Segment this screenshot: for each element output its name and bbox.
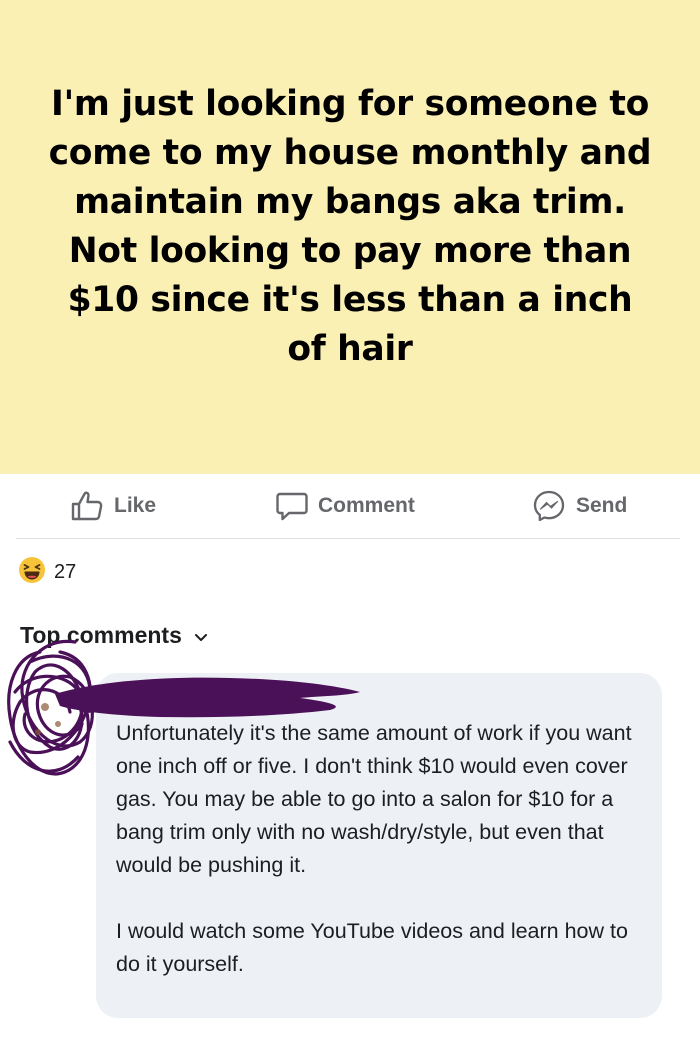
messenger-icon xyxy=(532,489,566,523)
send-label: Send xyxy=(576,494,628,517)
post-text: I'm just looking for someone to come to … xyxy=(48,84,652,369)
laughing-emoji-icon xyxy=(18,556,46,589)
comment-bubble: Unfortunately it's the same amount of wo… xyxy=(96,673,662,1018)
like-label: Like xyxy=(114,494,157,517)
divider xyxy=(16,538,680,539)
chevron-down-icon xyxy=(182,622,208,649)
top-comments-label: Top comments xyxy=(20,621,182,648)
comment-button[interactable]: Comment xyxy=(276,488,415,524)
thumbs-up-icon xyxy=(70,490,104,522)
post-card: I'm just looking for someone to come to … xyxy=(0,0,700,474)
speech-bubble-icon xyxy=(276,490,308,522)
post-actions-bar: Like Comment Send xyxy=(0,474,700,538)
reactions-summary[interactable]: 27 xyxy=(18,556,77,589)
comment-text: Unfortunately it's the same amount of wo… xyxy=(116,717,640,981)
comment-label: Comment xyxy=(318,494,415,517)
reaction-count: 27 xyxy=(54,560,77,583)
send-button[interactable]: Send xyxy=(532,488,627,524)
comment-paragraph: I would watch some YouTube videos and le… xyxy=(116,919,628,976)
like-button[interactable]: Like xyxy=(70,488,156,524)
top-comments-dropdown[interactable]: Top comments xyxy=(20,618,208,652)
comment-paragraph: Unfortunately it's the same amount of wo… xyxy=(116,721,632,877)
